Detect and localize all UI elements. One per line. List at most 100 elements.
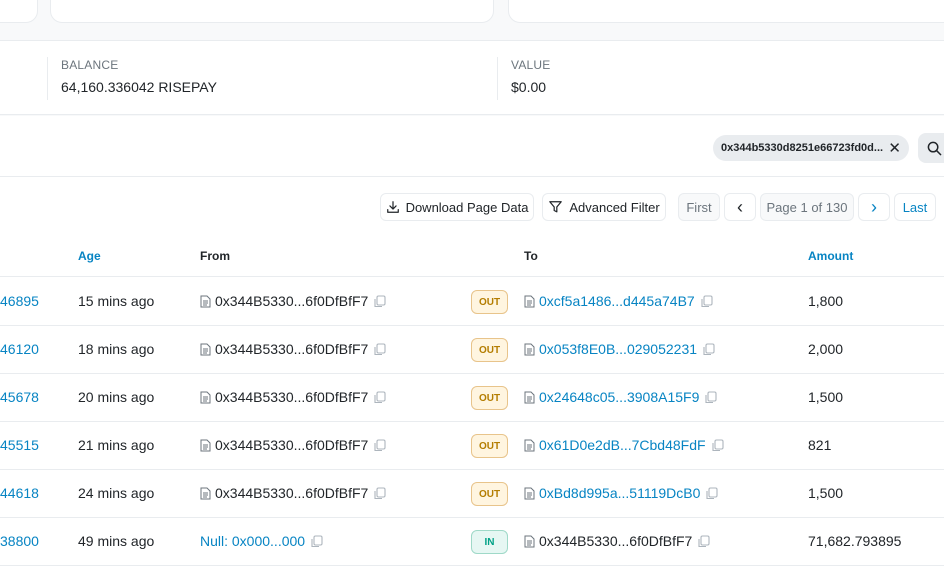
download-page-data-button[interactable]: Download Page Data: [380, 193, 534, 221]
to-address[interactable]: 0x24648c05...3908A15F9: [539, 389, 699, 405]
to-cell[interactable]: 0x61D0e2dB...7Cbd48FdF: [524, 437, 724, 453]
table-row: 45678 20 mins ago 0x344B5330...6f0DfBfF7 OU…: [0, 374, 944, 422]
page-label: Page 1 of 130: [766, 199, 848, 215]
direction-badge: OUT: [471, 386, 508, 410]
to-cell[interactable]: 0x24648c05...3908A15F9: [524, 389, 717, 405]
value-stat: VALUE $0.00: [497, 57, 550, 100]
table-row: 46120 18 mins ago 0x344B5330...6f0DfBfF7 OU…: [0, 326, 944, 374]
copy-icon[interactable]: [712, 439, 724, 452]
from-address[interactable]: Null: 0x000...000: [200, 533, 305, 549]
address-filter-text: 0x344b5330d8251e66723fd0d...: [721, 142, 884, 154]
amount-cell: 71,682.793895: [808, 533, 902, 549]
to-address[interactable]: 0x61D0e2dB...7Cbd48FdF: [539, 437, 706, 453]
download-label: Download Page Data: [405, 199, 529, 215]
prev-page-button[interactable]: ‹: [724, 193, 756, 221]
txn-hash-link[interactable]: 38800: [0, 533, 40, 549]
to-cell[interactable]: 0x053f8E0B...029052231: [524, 341, 715, 357]
from-address: 0x344B5330...6f0DfBfF7: [215, 293, 369, 309]
to-cell: 0x344B5330...6f0DfBfF7: [524, 533, 710, 549]
more-info-card: [50, 0, 494, 23]
value-value: $0.00: [511, 79, 547, 95]
first-page-button[interactable]: First: [678, 193, 720, 221]
document-icon: [524, 343, 535, 356]
amount-cell: 821: [808, 437, 832, 453]
copy-icon[interactable]: [701, 295, 713, 308]
direction-badge: OUT: [471, 338, 508, 362]
from-cell: 0x344B5330...6f0DfBfF7: [200, 293, 386, 309]
document-icon: [200, 391, 211, 404]
chevron-right-icon: ›: [871, 196, 877, 217]
document-icon: [524, 487, 535, 500]
document-icon: [200, 343, 211, 356]
from-cell[interactable]: Null: 0x000...000: [200, 533, 323, 549]
balance-label: BALANCE: [61, 58, 119, 72]
to-cell[interactable]: 0xcf5a1486...d445a74B7: [524, 293, 713, 309]
copy-icon[interactable]: [374, 295, 386, 308]
table-row: 45515 21 mins ago 0x344B5330...6f0DfBfF7 OU…: [0, 422, 944, 470]
copy-icon[interactable]: [374, 439, 386, 452]
page-indicator: Page 1 of 130: [760, 193, 854, 221]
from-cell: 0x344B5330...6f0DfBfF7: [200, 389, 386, 405]
amount-header[interactable]: Amount: [808, 249, 853, 263]
document-icon: [524, 391, 535, 404]
download-icon: [386, 201, 399, 213]
next-page-button[interactable]: ›: [858, 193, 890, 221]
age-cell: 49 mins ago: [78, 533, 155, 549]
from-address: 0x344B5330...6f0DfBfF7: [215, 341, 369, 357]
from-address: 0x344B5330...6f0DfBfF7: [215, 485, 369, 501]
copy-icon[interactable]: [706, 487, 718, 500]
direction-badge: IN: [471, 530, 508, 554]
txn-hash-link[interactable]: 46120: [0, 341, 40, 357]
to-address[interactable]: 0xcf5a1486...d445a74B7: [539, 293, 695, 309]
to-cell[interactable]: 0xBd8d995a...51119DcB0: [524, 485, 718, 501]
copy-icon[interactable]: [705, 391, 717, 404]
transfers-card: 0x344b5330d8251e66723fd0d... ✕ Download …: [0, 116, 944, 566]
filter-icon: [549, 201, 563, 213]
from-address: 0x344B5330...6f0DfBfF7: [215, 389, 369, 405]
advanced-filter-label: Advanced Filter: [569, 199, 660, 215]
filter-bar: 0x344b5330d8251e66723fd0d... ✕: [0, 116, 944, 177]
address-filter-chip[interactable]: 0x344b5330d8251e66723fd0d... ✕: [713, 135, 909, 161]
txn-hash-link[interactable]: 46895: [0, 293, 40, 309]
copy-icon[interactable]: [374, 391, 386, 404]
age-cell: 20 mins ago: [78, 389, 155, 405]
txn-hash-link[interactable]: 44618: [0, 485, 40, 501]
copy-icon[interactable]: [703, 343, 715, 356]
from-cell: 0x344B5330...6f0DfBfF7: [200, 341, 386, 357]
to-address: 0x344B5330...6f0DfBfF7: [539, 533, 693, 549]
amount-cell: 1,500: [808, 485, 844, 501]
from-address: 0x344B5330...6f0DfBfF7: [215, 437, 369, 453]
table-row: 38800 49 mins ago Null: 0x000...000 IN 0x344…: [0, 518, 944, 566]
age-header[interactable]: Age: [78, 249, 101, 263]
balance-value: 64,160.336042 RISEPAY: [61, 79, 217, 95]
amount-cell: 1,800: [808, 293, 844, 309]
amount-cell: 1,500: [808, 389, 844, 405]
last-page-button[interactable]: Last: [894, 193, 936, 221]
document-icon: [200, 487, 211, 500]
copy-icon[interactable]: [311, 535, 323, 548]
table-header: Age From To Amount: [0, 237, 944, 277]
to-address[interactable]: 0xBd8d995a...51119DcB0: [539, 485, 700, 501]
direction-badge: OUT: [471, 482, 508, 506]
document-icon: [524, 535, 535, 548]
amount-cell: 2,000: [808, 341, 844, 357]
document-icon: [200, 439, 211, 452]
advanced-filter-button[interactable]: Advanced Filter: [542, 193, 666, 221]
to-address[interactable]: 0x053f8E0B...029052231: [539, 341, 697, 357]
copy-icon[interactable]: [374, 343, 386, 356]
overview-card: [0, 0, 38, 23]
table-row: 46895 15 mins ago 0x344B5330...6f0DfBfF7 OU…: [0, 278, 944, 326]
direction-badge: OUT: [471, 290, 508, 314]
document-icon: [524, 439, 535, 452]
last-label: Last: [902, 199, 928, 215]
search-button[interactable]: [918, 133, 944, 163]
search-icon: [927, 141, 942, 155]
txn-hash-link[interactable]: 45515: [0, 437, 40, 453]
close-icon[interactable]: ✕: [888, 139, 901, 157]
table-row: 44618 24 mins ago 0x344B5330...6f0DfBfF7 OU…: [0, 470, 944, 518]
copy-icon[interactable]: [698, 535, 710, 548]
multichain-card: [508, 0, 944, 23]
age-cell: 24 mins ago: [78, 485, 155, 501]
copy-icon[interactable]: [374, 487, 386, 500]
txn-hash-link[interactable]: 45678: [0, 389, 40, 405]
